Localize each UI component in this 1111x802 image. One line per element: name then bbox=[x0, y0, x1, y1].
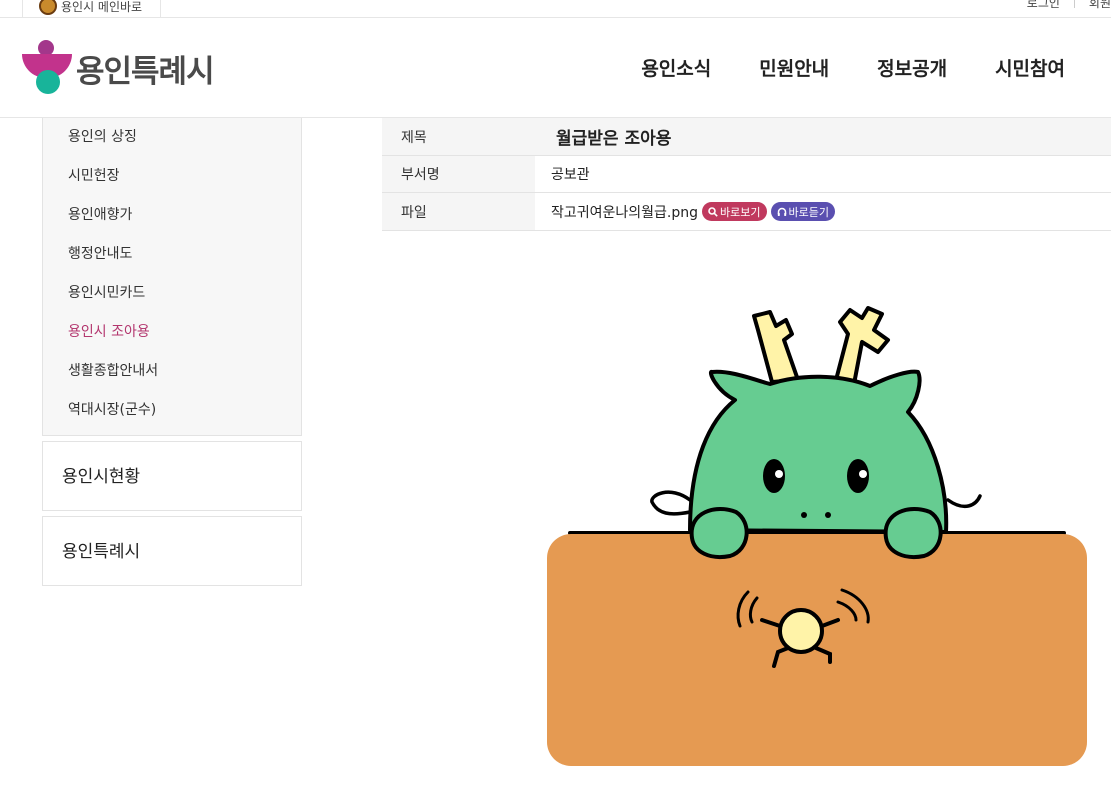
site-logo[interactable]: 용인특례시 bbox=[22, 40, 215, 96]
sidebar-submenu: 용인의 상징 시민헌장 용인애향가 행정안내도 용인시민카드 용인시 조아용 생… bbox=[42, 118, 302, 436]
joayong-dragon-image bbox=[547, 306, 1087, 766]
view-button[interactable]: 바로보기 bbox=[702, 202, 767, 221]
listen-button[interactable]: 바로듣기 bbox=[770, 202, 835, 221]
utility-divider bbox=[1073, 0, 1075, 8]
listen-button-label: 바로듣기 bbox=[788, 205, 829, 219]
file-row: 파일 작고귀여운나의월급.png 바로보기 바로듣기 bbox=[382, 193, 1111, 231]
nav-item-news[interactable]: 용인소식 bbox=[641, 54, 711, 81]
title-label: 제목 bbox=[382, 118, 535, 155]
sidebar-item-symbol[interactable]: 용인의 상징 bbox=[43, 123, 301, 162]
sidebar-item-citizen-card[interactable]: 용인시민카드 bbox=[43, 279, 301, 318]
logo-mark-icon bbox=[22, 40, 74, 96]
dept-label: 부서명 bbox=[382, 156, 535, 192]
main-nav: 용인소식 민원안내 정보공개 시민참여 bbox=[593, 54, 1065, 81]
utility-site-label: 용인시 메인바로 bbox=[61, 0, 143, 14]
title-row: 제목 월급받은 조아용 bbox=[382, 118, 1111, 156]
sidebar-box-status[interactable]: 용인시현황 bbox=[42, 441, 302, 511]
sidebar-item-office-map[interactable]: 행정안내도 bbox=[43, 240, 301, 279]
file-name[interactable]: 작고귀여운나의월급.png bbox=[551, 202, 698, 222]
file-label: 파일 bbox=[382, 193, 535, 230]
city-emblem-icon bbox=[39, 0, 57, 15]
site-header: 용인특례시 용인소식 민원안내 정보공개 시민참여 bbox=[0, 18, 1111, 118]
nav-item-participation[interactable]: 시민참여 bbox=[995, 54, 1065, 81]
dept-value: 공보관 bbox=[551, 167, 590, 183]
login-link[interactable]: 로그인 bbox=[1027, 0, 1060, 11]
search-icon bbox=[708, 206, 718, 217]
sidebar-item-charter[interactable]: 시민헌장 bbox=[43, 162, 301, 201]
sidebar-item-living-guide[interactable]: 생활종합안내서 bbox=[43, 357, 301, 396]
logo-text: 용인특례시 bbox=[76, 53, 215, 90]
dept-row: 부서명 공보관 bbox=[382, 156, 1111, 193]
sidebar-box-special-city[interactable]: 용인특례시 bbox=[42, 516, 302, 586]
nav-item-civil[interactable]: 민원안내 bbox=[759, 54, 829, 81]
post-title: 월급받은 조아용 bbox=[535, 118, 1111, 155]
view-button-label: 바로보기 bbox=[720, 205, 761, 219]
nav-item-info[interactable]: 정보공개 bbox=[877, 54, 947, 81]
sidebar-item-mayors[interactable]: 역대시장(군수) bbox=[43, 396, 301, 435]
utility-bar: 용인시 메인바로 로그인 회원 bbox=[0, 0, 1111, 18]
headphones-icon bbox=[777, 207, 786, 216]
post-detail-table: 제목 월급받은 조아용 부서명 공보관 파일 작고귀여운나의월급.png 바로보… bbox=[382, 118, 1111, 231]
join-link[interactable]: 회원 bbox=[1089, 0, 1111, 11]
utility-site-link[interactable]: 용인시 메인바로 bbox=[22, 0, 161, 18]
sidebar-item-joayong[interactable]: 용인시 조아용 bbox=[43, 318, 301, 357]
sidebar-item-song[interactable]: 용인애향가 bbox=[43, 201, 301, 240]
